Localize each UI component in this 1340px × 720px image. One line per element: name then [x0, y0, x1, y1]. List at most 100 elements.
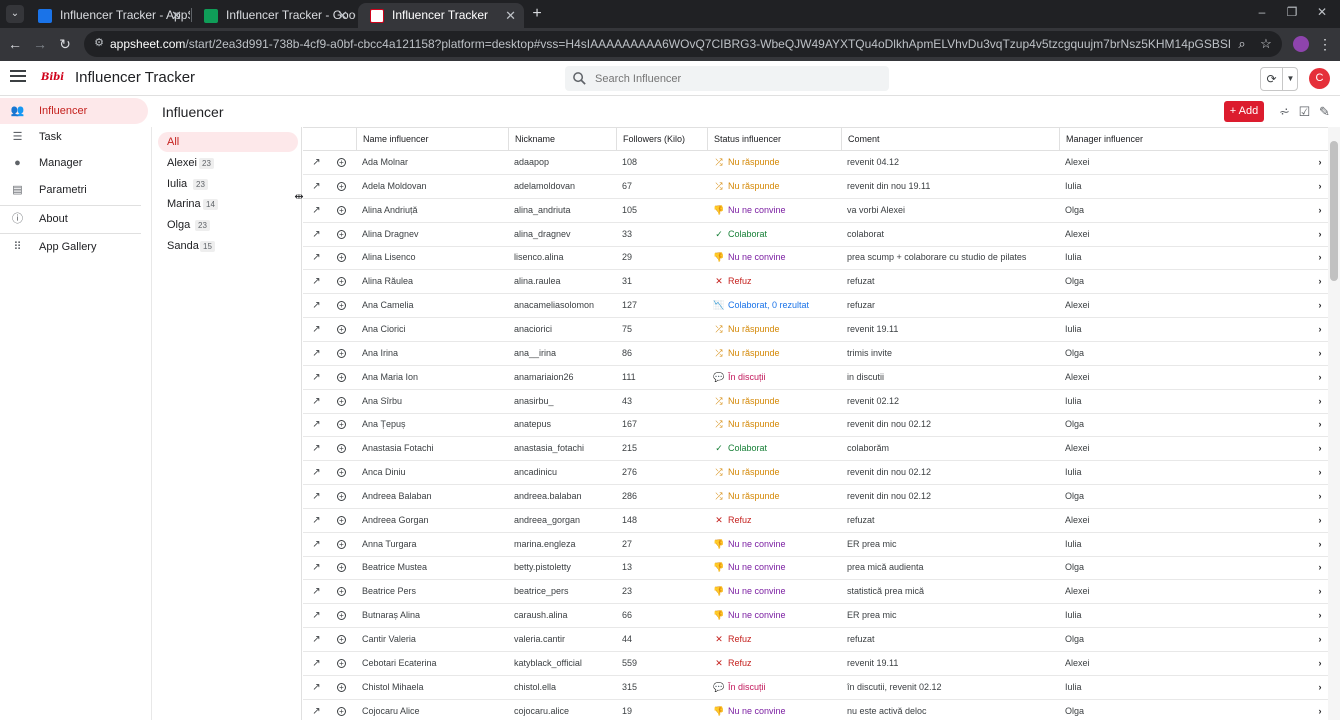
add-circle-icon[interactable]: + — [337, 587, 346, 597]
table-row[interactable]: ↗ + Ana Ciorici anaciorici 75 ⤮ Nu răspunde rev… — [303, 318, 1328, 342]
zoom-icon[interactable]: ⌕ — [1234, 36, 1250, 52]
open-external-icon[interactable]: ↗ — [310, 442, 323, 455]
chevron-right-icon[interactable]: › — [1315, 275, 1325, 288]
chevron-right-icon[interactable]: › — [1315, 561, 1325, 574]
add-circle-icon[interactable]: + — [337, 444, 346, 454]
add-circle-icon[interactable]: + — [337, 158, 346, 167]
tab-search-icon[interactable]: ⌄ — [6, 5, 24, 23]
group-item-marina[interactable]: Marina 14 — [158, 194, 298, 214]
avatar[interactable]: C — [1309, 68, 1330, 89]
close-tab-icon[interactable]: ✕ — [337, 3, 348, 28]
table-row[interactable]: ↗ + Butnaraș Alina caraush.alina 66 👎 Nu ne co… — [303, 604, 1328, 629]
column-header-name[interactable]: Name influencer — [356, 128, 508, 151]
group-item-all[interactable]: All — [158, 132, 298, 152]
open-external-icon[interactable]: ↗ — [310, 347, 323, 360]
nav-item-task[interactable]: ☰ Task — [0, 124, 148, 150]
open-external-icon[interactable]: ↗ — [310, 323, 323, 336]
table-row[interactable]: ↗ + Adela Moldovan adelamoldovan 67 ⤮ Nu răspu… — [303, 175, 1328, 199]
open-external-icon[interactable]: ↗ — [310, 204, 323, 217]
table-row[interactable]: ↗ + Beatrice Pers beatrice_pers 23 👎 Nu ne con… — [303, 580, 1328, 605]
sync-icon[interactable]: ⟳ — [1261, 68, 1283, 90]
browser-tab-appsheet[interactable]: Influencer Tracker - AppSheet ✕ — [26, 3, 190, 28]
table-row[interactable]: ↗ + Cebotari Ecaterina katyblack_official 55… — [303, 652, 1328, 676]
add-circle-icon[interactable]: + — [337, 420, 346, 430]
open-external-icon[interactable]: ↗ — [310, 156, 323, 169]
close-tab-icon[interactable]: ✕ — [505, 3, 516, 28]
chevron-down-icon[interactable]: ▼ — [1284, 68, 1297, 90]
chevron-right-icon[interactable]: › — [1315, 681, 1325, 694]
table-row[interactable]: ↗ + Chistol Mihaela chistol.ella 315 💬 În disc… — [303, 676, 1328, 700]
nav-item-manager[interactable]: ● Manager — [0, 150, 148, 176]
open-external-icon[interactable]: ↗ — [310, 418, 323, 431]
open-external-icon[interactable]: ↗ — [310, 371, 323, 384]
open-external-icon[interactable]: ↗ — [310, 705, 323, 718]
table-row[interactable]: ↗ + Andreea Balaban andreea.balaban 286 ⤮ Nu r… — [303, 485, 1328, 509]
add-circle-icon[interactable]: + — [337, 539, 346, 549]
open-external-icon[interactable]: ↗ — [310, 657, 323, 670]
table-row[interactable]: ↗ + Cantir Valeria valeria.cantir 44 ✕ Refuz re… — [303, 628, 1328, 652]
chevron-right-icon[interactable]: › — [1315, 633, 1325, 646]
new-tab-icon[interactable]: + — [528, 3, 546, 25]
add-circle-icon[interactable]: + — [337, 491, 346, 501]
chevron-right-icon[interactable]: › — [1315, 514, 1325, 527]
table-row[interactable]: ↗ + Cojocaru Alice cojocaru.alice 19 👎 Nu ne c… — [303, 700, 1328, 720]
chevron-right-icon[interactable]: › — [1315, 442, 1325, 455]
add-circle-icon[interactable]: + — [337, 682, 346, 692]
chevron-right-icon[interactable]: › — [1315, 228, 1325, 241]
extension-icon[interactable] — [1293, 36, 1309, 52]
close-tab-icon[interactable]: ✕ — [171, 3, 182, 28]
site-info-icon[interactable]: ⚙ — [92, 36, 106, 50]
open-external-icon[interactable]: ↗ — [310, 275, 323, 288]
column-header-followers[interactable]: Followers (Kilo) — [616, 128, 707, 151]
table-row[interactable]: ↗ + Anastasia Fotachi anastasia_fotachi 215 ✓… — [303, 437, 1328, 462]
browser-menu-icon[interactable]: ⋮ — [1318, 35, 1332, 53]
add-circle-icon[interactable]: + — [337, 205, 346, 215]
group-item-sanda[interactable]: Sanda 15 — [158, 236, 298, 256]
open-external-icon[interactable]: ↗ — [310, 251, 323, 264]
open-external-icon[interactable]: ↗ — [310, 466, 323, 479]
nav-item-parametri[interactable]: ▤ Parametri — [0, 177, 148, 203]
table-row[interactable]: ↗ + Ana Irina ana__irina 86 ⤮ Nu răspunde trimi… — [303, 342, 1328, 366]
open-external-icon[interactable]: ↗ — [310, 633, 323, 646]
filter-icon[interactable]: ⩫ — [1277, 104, 1292, 119]
open-external-icon[interactable]: ↗ — [310, 538, 323, 551]
open-external-icon[interactable]: ↗ — [310, 585, 323, 598]
open-external-icon[interactable]: ↗ — [310, 561, 323, 574]
table-row[interactable]: ↗ + Anca Diniu ancadinicu 276 ⤮ Nu răspunde rev… — [303, 461, 1328, 486]
open-external-icon[interactable]: ↗ — [310, 180, 323, 193]
scrollbar[interactable] — [1328, 127, 1340, 720]
search-box[interactable] — [565, 66, 889, 91]
chevron-right-icon[interactable]: › — [1315, 204, 1325, 217]
add-circle-icon[interactable]: + — [337, 348, 346, 358]
add-circle-icon[interactable]: + — [337, 229, 346, 239]
add-circle-icon[interactable]: + — [337, 515, 346, 525]
table-row[interactable]: ↗ + Alina Andriuță alina_andriuta 105 👎 Nu ne … — [303, 199, 1328, 223]
table-row[interactable]: ↗ + Ana Camelia anacameliasolomon 127 📉 Colabo… — [303, 294, 1328, 319]
add-circle-icon[interactable]: + — [337, 706, 346, 716]
url-field[interactable]: ⚙ appsheet.com/start/2ea3d991-738b-4cf9-… — [84, 31, 1282, 57]
chevron-right-icon[interactable]: › — [1315, 347, 1325, 360]
chevron-right-icon[interactable]: › — [1315, 299, 1325, 312]
reload-icon[interactable]: ↻ — [56, 35, 74, 53]
back-icon[interactable]: ← — [6, 35, 24, 53]
open-external-icon[interactable]: ↗ — [310, 514, 323, 527]
add-circle-icon[interactable]: + — [337, 372, 346, 382]
edit-icon[interactable]: ✎ — [1317, 104, 1332, 119]
open-external-icon[interactable]: ↗ — [310, 395, 323, 408]
add-circle-icon[interactable]: + — [337, 253, 346, 263]
open-external-icon[interactable]: ↗ — [310, 228, 323, 241]
chevron-right-icon[interactable]: › — [1315, 418, 1325, 431]
add-circle-icon[interactable]: + — [337, 658, 346, 668]
table-row[interactable]: ↗ + Alina Răulea alina.raulea 31 ✕ Refuz refuza… — [303, 270, 1328, 295]
chevron-right-icon[interactable]: › — [1315, 323, 1325, 336]
table-row[interactable]: ↗ + Ana Sîrbu anasirbu_ 43 ⤮ Nu răspunde reveni… — [303, 390, 1328, 414]
table-row[interactable]: ↗ + Alina Lisenco lisenco.alina 29 👎 Nu ne con… — [303, 246, 1328, 271]
open-external-icon[interactable]: ↗ — [310, 609, 323, 622]
browser-tab-active[interactable]: Influencer Tracker ✕ — [358, 3, 524, 28]
chevron-right-icon[interactable]: › — [1315, 538, 1325, 551]
url-text[interactable]: appsheet.com/start/2ea3d991-738b-4cf9-a0… — [110, 31, 1230, 57]
nav-item-about[interactable]: ⓘ About — [0, 206, 148, 232]
open-external-icon[interactable]: ↗ — [310, 681, 323, 694]
table-row[interactable]: ↗ + Anna Turgara marina.engleza 27 👎 Nu ne con… — [303, 533, 1328, 557]
chevron-right-icon[interactable]: › — [1315, 490, 1325, 503]
